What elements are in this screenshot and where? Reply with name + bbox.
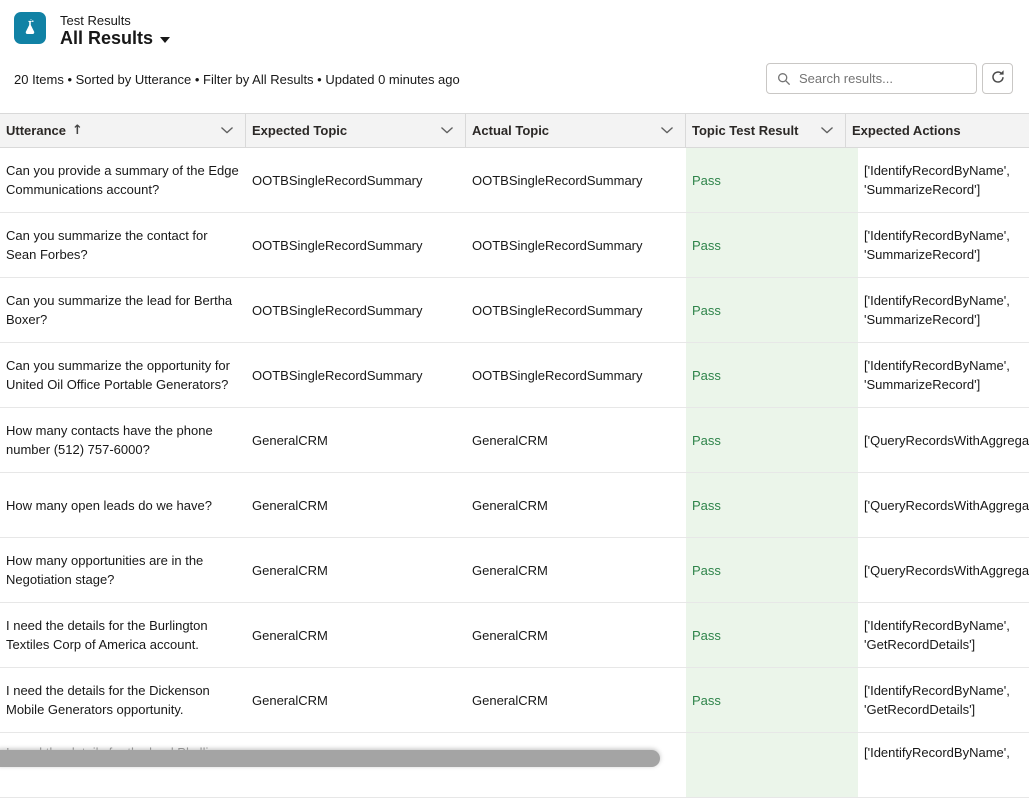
cell-expected-actions: ['IdentifyRecordByName', 'GetRecordDetai… (858, 608, 1029, 662)
cell-actual-topic: GeneralCRM (466, 488, 686, 523)
cell-utterance: Can you provide a summary of the Edge Co… (0, 153, 246, 207)
results-table: Utterance ↑ Expected Topic Actual Topic Topi… (0, 113, 1029, 798)
cell-actual-topic: GeneralCRM (466, 683, 686, 718)
cell-utterance: Can you summarize the opportunity for Un… (0, 348, 246, 402)
cell-expected-actions: ['IdentifyRecordByName', 'GetRecordDetai… (858, 673, 1029, 727)
cell-expected-topic: OOTBSingleRecordSummary (246, 358, 466, 393)
table-row[interactable]: I need the details for the Burlington Te… (0, 603, 1029, 668)
cell-expected-topic: GeneralCRM (246, 423, 466, 458)
flask-icon (14, 12, 46, 44)
cell-expected-actions: ['IdentifyRecordByName', 'SummarizeRecor… (858, 218, 1029, 272)
cell-expected-topic: GeneralCRM (246, 488, 466, 523)
column-header-utterance[interactable]: Utterance ↑ (0, 114, 246, 147)
chevron-down-icon (160, 37, 170, 43)
chevron-down-icon[interactable] (441, 127, 453, 134)
table-row[interactable]: How many contacts have the phone number … (0, 408, 1029, 473)
cell-topic-test-result: Pass (686, 213, 858, 277)
cell-expected-actions: ['IdentifyRecordByName', 'SummarizeRecor… (858, 153, 1029, 207)
cell-expected-topic: GeneralCRM (246, 683, 466, 718)
column-header-expected-actions[interactable]: Expected Actions (846, 114, 1029, 147)
object-label: Test Results (60, 13, 1029, 28)
cell-actual-topic: GeneralCRM (466, 553, 686, 588)
cell-actual-topic: OOTBSingleRecordSummary (466, 163, 686, 198)
cell-expected-topic: OOTBSingleRecordSummary (246, 228, 466, 263)
cell-topic-test-result (686, 733, 858, 797)
cell-topic-test-result: Pass (686, 278, 858, 342)
cell-actual-topic: GeneralCRM (466, 423, 686, 458)
column-label: Expected Topic (252, 123, 347, 138)
cell-topic-test-result: Pass (686, 603, 858, 667)
cell-utterance: I need the details for the Burlington Te… (0, 608, 246, 662)
cell-topic-test-result: Pass (686, 668, 858, 732)
column-label: Actual Topic (472, 123, 549, 138)
table-row[interactable]: Can you provide a summary of the Edge Co… (0, 148, 1029, 213)
cell-topic-test-result: Pass (686, 473, 858, 537)
cell-expected-actions: ['QueryRecordsWithAggrega (858, 423, 1029, 458)
cell-expected-actions: ['QueryRecordsWithAggrega (858, 488, 1029, 523)
cell-actual-topic: OOTBSingleRecordSummary (466, 228, 686, 263)
cell-utterance: Can you summarize the contact for Sean F… (0, 218, 246, 272)
table-row[interactable]: Can you summarize the contact for Sean F… (0, 213, 1029, 278)
cell-expected-actions: ['IdentifyRecordByName', (858, 733, 1029, 770)
cell-utterance: Can you summarize the lead for Bertha Bo… (0, 283, 246, 337)
list-view-selector[interactable]: All Results (60, 28, 1029, 49)
column-label: Expected Actions (852, 123, 961, 138)
cell-topic-test-result: Pass (686, 408, 858, 472)
cell-actual-topic: OOTBSingleRecordSummary (466, 293, 686, 328)
column-header-topic-test-result[interactable]: Topic Test Result (686, 114, 846, 147)
table-row[interactable]: Can you summarize the lead for Bertha Bo… (0, 278, 1029, 343)
table-row[interactable]: Can you summarize the opportunity for Un… (0, 343, 1029, 408)
cell-expected-topic: GeneralCRM (246, 618, 466, 653)
cell-expected-topic: OOTBSingleRecordSummary (246, 293, 466, 328)
table-row[interactable]: How many open leads do we have?GeneralCR… (0, 473, 1029, 538)
cell-expected-actions: ['IdentifyRecordByName', 'SummarizeRecor… (858, 283, 1029, 337)
cell-utterance: How many open leads do we have? (0, 488, 246, 523)
cell-utterance: I need the details for the Dickenson Mob… (0, 673, 246, 727)
cell-expected-topic (246, 733, 466, 751)
cell-topic-test-result: Pass (686, 343, 858, 407)
cell-actual-topic: OOTBSingleRecordSummary (466, 358, 686, 393)
page-header: Test Results All Results (0, 0, 1029, 56)
table-row[interactable]: How many opportunities are in the Negoti… (0, 538, 1029, 603)
column-header-expected-topic[interactable]: Expected Topic (246, 114, 466, 147)
cell-topic-test-result: Pass (686, 538, 858, 602)
cell-expected-actions: ['QueryRecordsWithAggrega (858, 553, 1029, 588)
column-label: Topic Test Result (692, 123, 798, 138)
cell-utterance: How many opportunities are in the Negoti… (0, 543, 246, 597)
refresh-button[interactable] (982, 63, 1013, 94)
column-header-actual-topic[interactable]: Actual Topic (466, 114, 686, 147)
table-body: Can you provide a summary of the Edge Co… (0, 148, 1029, 798)
table-header: Utterance ↑ Expected Topic Actual Topic Topi… (0, 113, 1029, 148)
chevron-down-icon[interactable] (661, 127, 673, 134)
horizontal-scrollbar-thumb[interactable] (0, 750, 660, 767)
cell-expected-topic: GeneralCRM (246, 553, 466, 588)
cell-expected-actions: ['IdentifyRecordByName', 'SummarizeRecor… (858, 348, 1029, 402)
refresh-icon (990, 69, 1006, 88)
cell-expected-topic: OOTBSingleRecordSummary (246, 163, 466, 198)
cell-actual-topic: GeneralCRM (466, 618, 686, 653)
cell-topic-test-result: Pass (686, 148, 858, 212)
cell-utterance: How many contacts have the phone number … (0, 413, 246, 467)
sort-ascending-icon: ↑ (72, 123, 83, 138)
table-row[interactable]: I need the details for the Dickenson Mob… (0, 668, 1029, 733)
search-input[interactable] (767, 64, 976, 93)
list-summary: 20 Items • Sorted by Utterance • Filter … (14, 72, 460, 87)
search-icon (777, 72, 791, 91)
chevron-down-icon[interactable] (821, 127, 833, 134)
cell-actual-topic (466, 733, 686, 751)
list-toolbar: 20 Items • Sorted by Utterance • Filter … (0, 56, 1029, 113)
search-box (766, 63, 977, 94)
list-view-label: All Results (60, 28, 153, 49)
chevron-down-icon[interactable] (221, 127, 233, 134)
column-label: Utterance (6, 123, 66, 138)
